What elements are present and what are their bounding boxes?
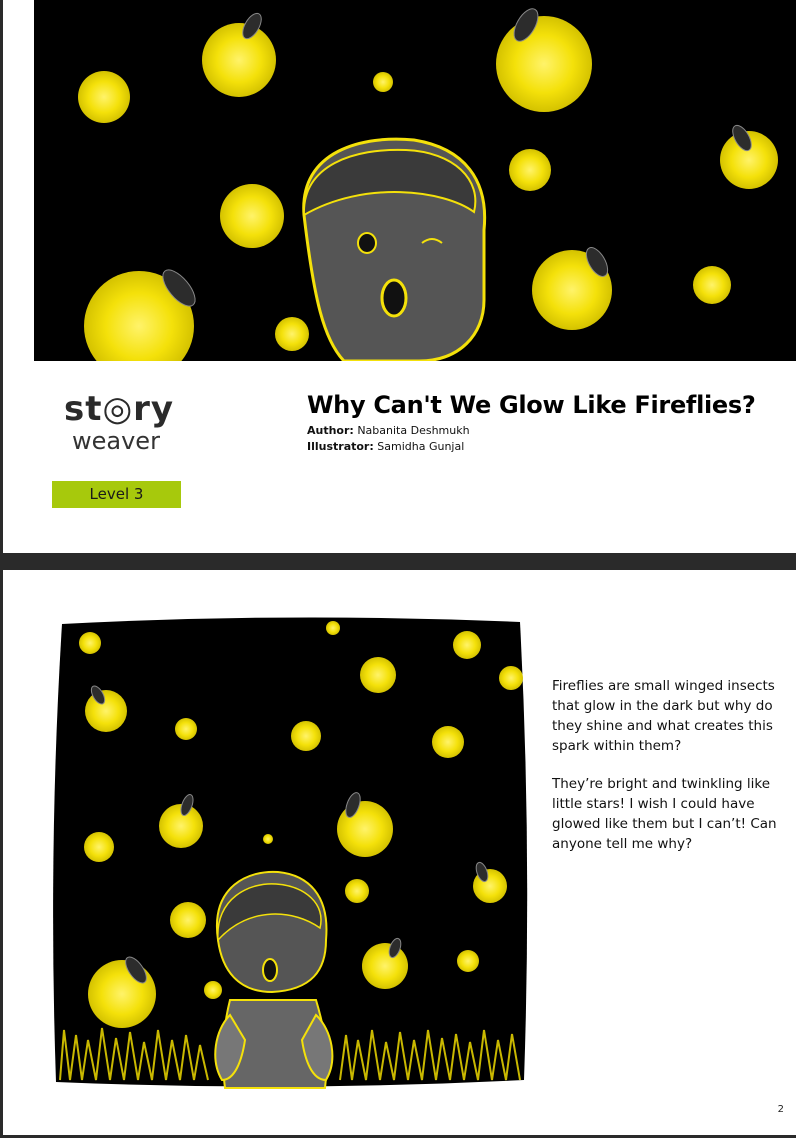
child-figure [302,137,487,361]
author-credit: Author: Nabanita Deshmukh [307,424,470,437]
story-paragraph-2: They’re bright and twinkling like little… [552,776,777,852]
story-page-2: Fireflies are small winged insects that … [3,570,796,1135]
page-illustration [50,610,528,1090]
cover-illustration-svg [34,0,796,361]
page-number: 2 [777,1104,784,1115]
level-badge: Level 3 [52,481,181,508]
cover-page: st◎ry weaver Level 3 Why Can't We Glow L… [3,0,796,553]
cover-illustration [34,0,796,361]
illustrator-credit: Illustrator: Samidha Gunjal [307,440,464,453]
book-title: Why Can't We Glow Like Fireflies? [307,391,756,419]
author-name: Nabanita Deshmukh [357,424,470,437]
illustrator-label: Illustrator: [307,440,374,453]
logo-line1: st◎ry [64,389,175,429]
illustrator-name: Samidha Gunjal [377,440,465,453]
author-label: Author: [307,424,354,437]
logo-line2: weaver [72,427,160,455]
page-illustration-svg [53,617,528,1089]
story-paragraph-1: Fireflies are small winged insects that … [552,678,775,754]
storyweaver-logo: st◎ry weaver [58,385,183,465]
